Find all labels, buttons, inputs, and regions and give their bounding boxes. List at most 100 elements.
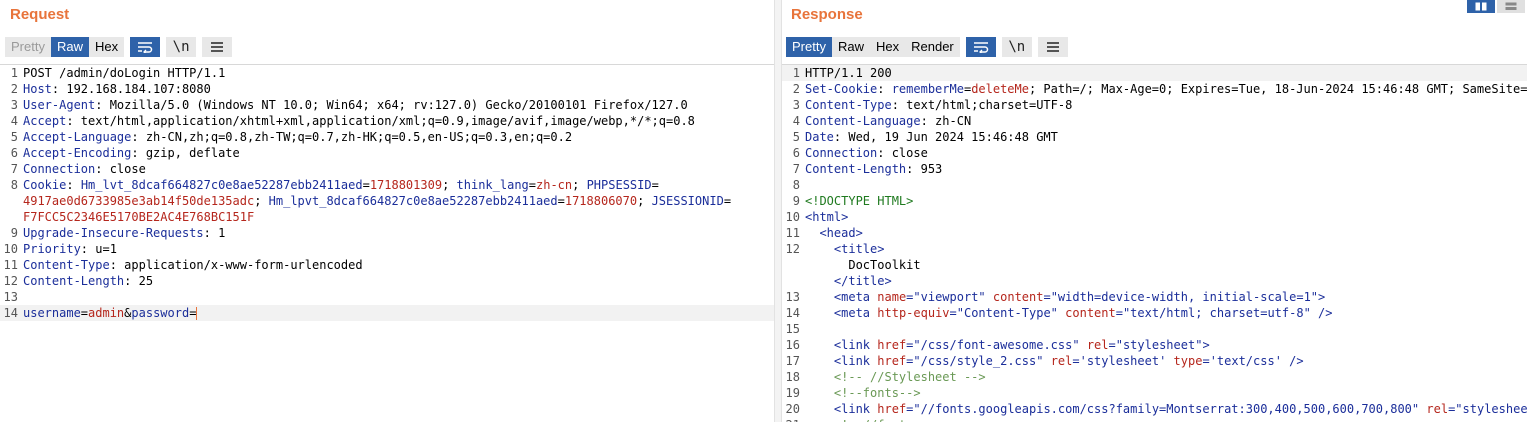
code-line[interactable]: F7FCC5C2346E5170BE2AC4E768BC151F xyxy=(0,209,774,225)
response-render-tab[interactable]: Render xyxy=(905,37,960,57)
code-line[interactable]: 12 <title> xyxy=(782,241,1527,257)
code-line[interactable]: 2 Set-Cookie: rememberMe=deleteMe; Path=/… xyxy=(782,81,1527,97)
code-line[interactable]: 2 Host: 192.168.184.107:8080 xyxy=(0,81,774,97)
line-text: <!-- //Stylesheet --> xyxy=(805,369,1527,385)
code-line[interactable]: 5 Accept-Language: zh-CN,zh;q=0.8,zh-TW;q… xyxy=(0,129,774,145)
code-token: Host xyxy=(23,82,52,96)
code-token: <!DOCTYPE HTML> xyxy=(805,194,914,208)
code-token: = xyxy=(723,194,732,208)
code-token: href xyxy=(877,338,907,352)
code-line[interactable]: 5 Date: Wed, 19 Jun 2024 15:46:48 GMT xyxy=(782,129,1527,145)
code-line[interactable]: 16 <link href = "/css/font-awesome.css" re… xyxy=(782,337,1527,353)
code-line[interactable]: DocToolkit xyxy=(782,257,1527,273)
code-token: Connection xyxy=(23,162,96,176)
code-line[interactable]: 19 <!--fonts--> xyxy=(782,385,1527,401)
code-line[interactable]: 6 Accept-Encoding: gzip, deflate xyxy=(0,145,774,161)
line-number: 21 xyxy=(782,417,800,422)
code-token: <link xyxy=(833,354,878,368)
code-token: = xyxy=(1072,354,1080,368)
code-line[interactable]: 21 <!--//fonts--> xyxy=(782,417,1527,422)
code-line[interactable]: 12 Content-Length: 25 xyxy=(0,273,774,289)
line-number: 2 xyxy=(10,82,18,96)
line-number: 12 xyxy=(785,242,800,256)
code-token: : text/html;charset=UTF-8 xyxy=(891,98,1073,112)
code-line[interactable]: 14 <meta http-equiv="Content-Type" conte… xyxy=(782,305,1527,321)
show-newlines-button[interactable]: \n xyxy=(1001,37,1032,57)
code-line[interactable]: 4 Content-Language: zh-CN xyxy=(782,113,1527,129)
code-line[interactable]: 18 <!-- //Stylesheet --> xyxy=(782,369,1527,385)
line-text: Date: Wed, 19 Jun 2024 15:46:48 GMT xyxy=(805,129,1527,145)
code-token: : text/html,application/xhtml+xml,applic… xyxy=(66,114,695,128)
code-line[interactable]: 4 Accept: text/html,application/xhtml+xml… xyxy=(0,113,774,129)
line-number: 8 xyxy=(10,178,18,192)
response-editor[interactable]: 1 HTTP/1.1 200 2 Set-Cookie: rememberMe=del… xyxy=(782,64,1527,422)
split-columns-icon[interactable] xyxy=(1467,0,1495,13)
menu-icon[interactable] xyxy=(1037,37,1068,57)
code-line[interactable]: 1 HTTP/1.1 200 xyxy=(782,65,1527,81)
code-token: rel xyxy=(1050,354,1073,368)
line-number: 3 xyxy=(792,98,800,112)
response-hex-tab[interactable]: Hex xyxy=(869,37,906,57)
code-line[interactable]: 10 Priority: u=1 xyxy=(0,241,774,257)
code-line[interactable]: </title> xyxy=(782,273,1527,289)
line-text: Accept-Language: zh-CN,zh;q=0.8,zh-TW;q=… xyxy=(23,129,774,145)
code-line[interactable]: 15 xyxy=(782,321,1527,337)
code-line[interactable]: 11 Content-Type: application/x-www-form-u… xyxy=(0,257,774,273)
code-line[interactable]: 4917ae0d6733985e3ab14f50de135adc; Hm_lpv… xyxy=(0,193,774,209)
line-number: 13 xyxy=(785,290,800,304)
request-pretty-tab[interactable]: Pretty xyxy=(5,37,51,57)
layout-toggle xyxy=(1467,0,1525,13)
pane-divider[interactable] xyxy=(774,0,782,422)
code-line[interactable]: 8 xyxy=(782,177,1527,193)
code-line[interactable]: 17 <link href="/css/style_2.css" rel='st… xyxy=(782,353,1527,369)
line-text: Upgrade-Insecure-Requests: 1 xyxy=(23,225,774,241)
response-raw-tab[interactable]: Raw xyxy=(831,37,870,57)
line-text: username=admin&password= xyxy=(23,305,774,321)
code-token: "text/html; charset=utf-8" xyxy=(1122,306,1311,320)
code-line[interactable]: 20 <link href="//fonts.googleapis.com/cs… xyxy=(782,401,1527,417)
code-token: <meta xyxy=(833,306,878,320)
response-pretty-tab[interactable]: Pretty xyxy=(786,37,832,57)
text-cursor xyxy=(196,307,198,320)
code-line[interactable]: 6 Connection: close xyxy=(782,145,1527,161)
request-raw-tab[interactable]: Raw xyxy=(50,37,89,57)
code-line[interactable]: 7 Connection: close xyxy=(0,161,774,177)
code-token: Accept-Encoding xyxy=(23,146,132,160)
word-wrap-icon[interactable] xyxy=(130,37,161,57)
request-editor[interactable]: 1 POST /admin/doLogin HTTP/1.1 2 Host: 192.… xyxy=(0,64,774,422)
word-wrap-icon[interactable] xyxy=(965,37,996,57)
code-line[interactable]: 3 User-Agent: Mozilla/5.0 (Windows NT 10.… xyxy=(0,97,774,113)
code-line[interactable]: 1 POST /admin/doLogin HTTP/1.1 xyxy=(0,65,774,81)
code-line[interactable]: 9 Upgrade-Insecure-Requests: 1 xyxy=(0,225,774,241)
code-token: = xyxy=(528,178,536,192)
code-line[interactable]: 13 xyxy=(0,289,774,305)
code-token: <!-- //Stylesheet --> xyxy=(833,370,986,384)
code-token: <!--fonts--> xyxy=(833,386,921,400)
code-line[interactable]: 14 username=admin&password= xyxy=(0,305,774,321)
code-line[interactable]: 11 <head> xyxy=(782,225,1527,241)
menu-icon[interactable] xyxy=(202,37,233,57)
show-newlines-button[interactable]: \n xyxy=(166,37,197,57)
code-line[interactable]: 10 <html> xyxy=(782,209,1527,225)
code-token: /> xyxy=(1310,306,1333,320)
code-token: ; xyxy=(442,178,457,192)
code-line[interactable]: 7 Content-Length: 953 xyxy=(782,161,1527,177)
code-token: : 953 xyxy=(906,162,943,176)
code-token: deleteMe xyxy=(971,82,1029,96)
code-token: : 192.168.184.107:8080 xyxy=(51,82,211,96)
line-number: 15 xyxy=(785,322,800,336)
code-line[interactable]: 9 <!DOCTYPE HTML> xyxy=(782,193,1527,209)
code-token: = xyxy=(1043,290,1051,304)
code-line[interactable]: 13 <meta name="viewport" content="width=… xyxy=(782,289,1527,305)
code-line[interactable]: 3 Content-Type: text/html;charset=UTF-8 xyxy=(782,97,1527,113)
code-token: name xyxy=(877,290,907,304)
line-text: <html> xyxy=(805,209,1527,225)
request-hex-tab[interactable]: Hex xyxy=(88,37,125,57)
code-line[interactable]: 8 Cookie: Hm_lvt_8dcaf664827c0e8ae52287eb… xyxy=(0,177,774,193)
split-rows-icon[interactable] xyxy=(1497,0,1525,13)
code-token: "stylesheet" xyxy=(1455,402,1527,416)
code-token: href xyxy=(877,402,907,416)
